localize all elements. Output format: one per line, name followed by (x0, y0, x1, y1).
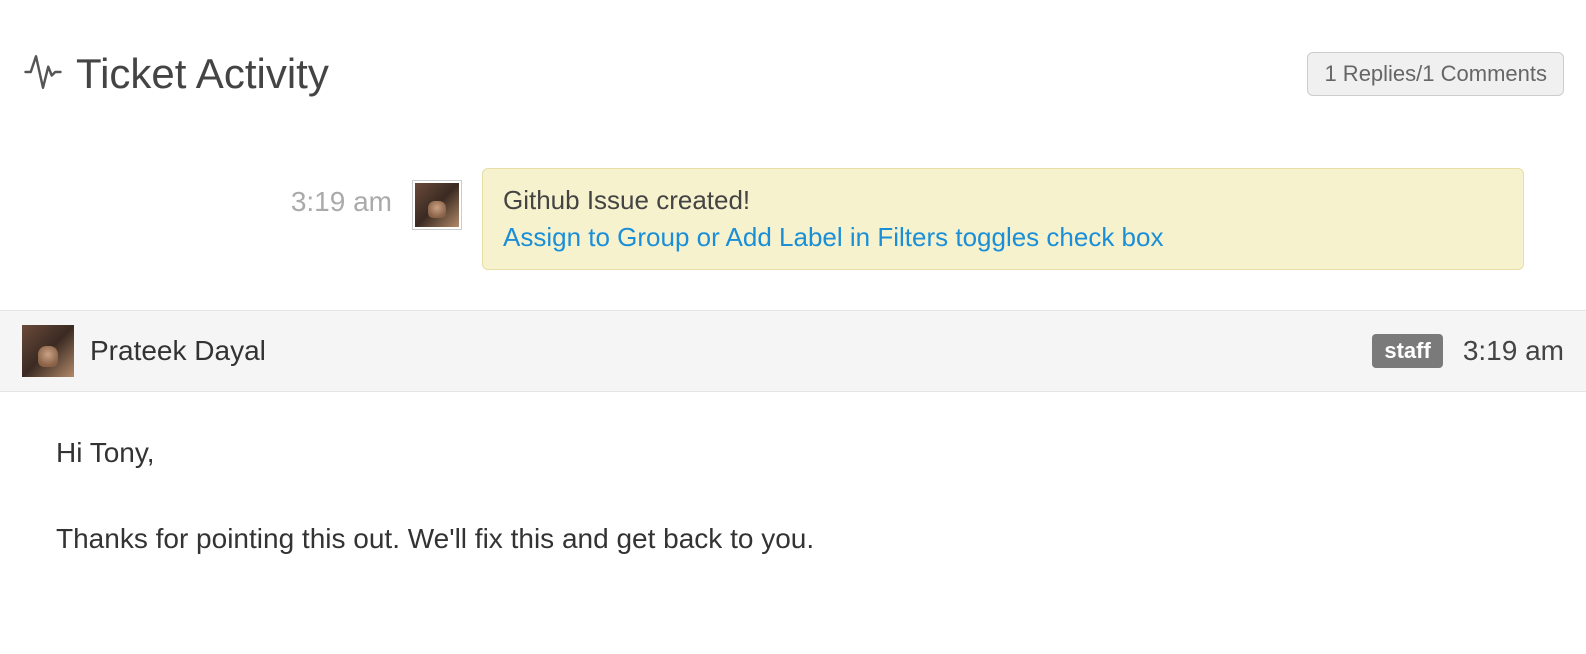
staff-badge: staff (1372, 334, 1442, 368)
reply-timestamp: 3:19 am (1463, 335, 1564, 367)
avatar (412, 180, 462, 230)
avatar (22, 325, 74, 377)
activity-icon (22, 51, 64, 98)
reply-author: Prateek Dayal (90, 335, 266, 367)
activity-header: Ticket Activity 1 Replies/1 Comments (22, 50, 1564, 98)
reply-line: Hi Tony, (56, 432, 1530, 474)
title-wrap: Ticket Activity (22, 50, 329, 98)
event-callout: Github Issue created! Assign to Group or… (482, 168, 1524, 270)
event-callout-title: Github Issue created! (503, 185, 1503, 216)
replies-comments-badge[interactable]: 1 Replies/1 Comments (1307, 52, 1564, 96)
event-timestamp: 3:19 am (282, 168, 392, 218)
event-issue-link[interactable]: Assign to Group or Add Label in Filters … (503, 222, 1163, 252)
system-event-row: 3:19 am Github Issue created! Assign to … (282, 158, 1564, 310)
reply-header: Prateek Dayal staff 3:19 am (0, 310, 1586, 392)
page-title: Ticket Activity (76, 50, 329, 98)
reply-body: Hi Tony, Thanks for pointing this out. W… (22, 392, 1564, 560)
ticket-activity-panel: Ticket Activity 1 Replies/1 Comments 3:1… (0, 0, 1586, 560)
reply-line: Thanks for pointing this out. We'll fix … (56, 518, 1530, 560)
reply-header-left: Prateek Dayal (22, 325, 266, 377)
reply-header-right: staff 3:19 am (1372, 334, 1564, 368)
